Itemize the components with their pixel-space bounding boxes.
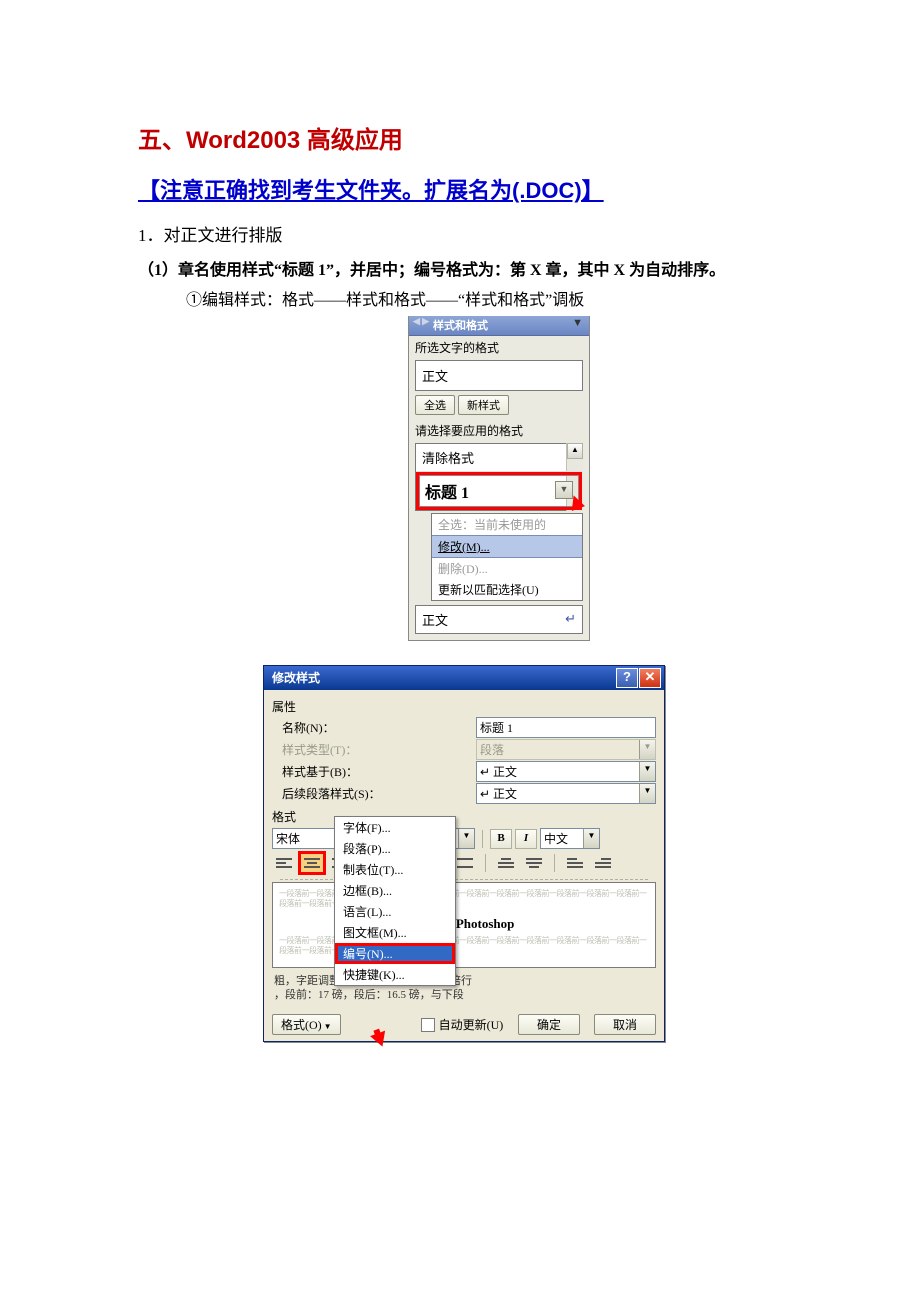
step-1-1-a: ①编辑样式：格式——样式和格式——“样式和格式”调板 (138, 286, 790, 310)
dialog-title-text: 修改样式 (272, 671, 320, 685)
style-body-text[interactable]: 正文 ↵ (415, 605, 583, 634)
panel-menu-icon[interactable]: ▼ (572, 317, 583, 329)
type-value: 段落 (480, 743, 504, 757)
format-button-label: 格式(O) (281, 1018, 322, 1032)
decrease-indent-button[interactable] (563, 853, 587, 873)
paragraph-mark-icon: ↵ (565, 611, 576, 627)
following-style-combo[interactable]: ↵ 正文 ▼ (476, 783, 656, 804)
style-description: 粗，字距调整二号，居中，行距：多倍行 ，段前：17 磅，段后：16.5 磅，与下… (272, 970, 656, 1004)
line-spacing-2-button[interactable] (453, 853, 477, 873)
properties-group-label: 属性 (272, 698, 656, 715)
choose-format-label: 请选择要应用的格式 (409, 419, 589, 441)
ctx-modify[interactable]: 修改(M)... (432, 535, 582, 558)
annotation-arrow-icon (370, 1031, 390, 1050)
following-style-value: ↵ 正文 (480, 787, 517, 801)
type-combo: 段落 ▼ (476, 739, 656, 760)
desc-line-2: ，段前：17 磅，段后：16.5 磅，与下段 (274, 989, 464, 1001)
style-context-menu: 全选：当前未使用的 修改(M)... 删除(D)... 更新以匹配选择(U) (431, 513, 583, 601)
menu-font[interactable]: 字体(F)... (335, 817, 455, 838)
following-style-label: 后续段落样式(S)： (272, 785, 476, 802)
language-combo[interactable]: 中文 ▼ (540, 828, 600, 849)
menu-frame[interactable]: 图文框(M)... (335, 922, 455, 943)
ctx-modify-label: 修改(M)... (438, 540, 490, 554)
font-value: 宋体 (276, 832, 300, 846)
modify-style-dialog: 修改样式 ? ✕ 属性 名称(N)： 标题 1 样式类型(T)： 段落 ▼ 样式基… (263, 665, 665, 1042)
warning-heading: 【注意正确找到考生文件夹。扩展名为(.DOC)】 (138, 173, 790, 205)
menu-language[interactable]: 语言(L)... (335, 901, 455, 922)
based-on-combo[interactable]: ↵ 正文 ▼ (476, 761, 656, 782)
dropdown-icon[interactable]: ▼ (583, 829, 599, 848)
ctx-delete: 删除(D)... (432, 558, 582, 579)
style-clear-formatting[interactable]: 清除格式 (416, 444, 582, 472)
menu-border[interactable]: 边框(B)... (335, 880, 455, 901)
ctx-select-all: 全选：当前未使用的 (432, 514, 582, 535)
help-button[interactable]: ? (616, 668, 638, 688)
auto-update-label: 自动更新(U) (439, 1016, 504, 1033)
cancel-button[interactable]: 取消 (594, 1014, 656, 1035)
based-on-label: 样式基于(B)： (272, 763, 476, 780)
checkbox-icon[interactable] (421, 1018, 435, 1032)
step-1: 1．对正文进行排版 (138, 221, 790, 246)
format-button[interactable]: 格式(O)▼ (272, 1014, 341, 1035)
language-value: 中文 (544, 832, 568, 846)
selected-text-format-label: 所选文字的格式 (409, 336, 589, 358)
dropdown-icon: ▼ (639, 740, 655, 759)
dialog-footer: 格式(O)▼ 自动更新(U) 确定 取消 (264, 1010, 664, 1041)
ctx-update[interactable]: 更新以匹配选择(U) (432, 579, 582, 600)
menu-tabs[interactable]: 制表位(T)... (335, 859, 455, 880)
styles-formatting-panel: 样式和格式 ▼ 所选文字的格式 正文 全选 新样式 请选择要应用的格式 ▲ 清除… (408, 316, 590, 641)
panel-title-text: 样式和格式 (433, 320, 488, 332)
menu-paragraph[interactable]: 段落(P)... (335, 838, 455, 859)
bold-button[interactable]: B (490, 829, 512, 849)
italic-button[interactable]: I (515, 829, 537, 849)
dialog-titlebar: 修改样式 ? ✕ (264, 666, 664, 690)
panel-title: 样式和格式 ▼ (409, 316, 589, 336)
ok-button[interactable]: 确定 (518, 1014, 580, 1035)
dropdown-icon: ▼ (324, 1022, 332, 1031)
preview-box: 一段落前一段落前一段落前一段落前一段落前一段落前一段落前一段落前一段落前一段落前… (272, 882, 656, 968)
space-after-button[interactable] (522, 853, 546, 873)
based-on-value: ↵ 正文 (480, 765, 517, 779)
dropdown-icon[interactable]: ▼ (458, 829, 474, 848)
separator (485, 854, 486, 872)
dropdown-icon[interactable]: ▼ (639, 762, 655, 781)
current-style-display[interactable]: 正文 (415, 360, 583, 391)
select-all-button[interactable]: 全选 (415, 395, 455, 415)
name-input[interactable]: 标题 1 (476, 717, 656, 738)
panel-button-row: 全选 新样式 (409, 395, 589, 419)
new-style-button[interactable]: 新样式 (458, 395, 509, 415)
type-label: 样式类型(T)： (272, 741, 476, 758)
align-left-button[interactable] (272, 853, 296, 873)
dropdown-icon[interactable]: ▼ (639, 784, 655, 803)
format-group-label: 格式 (272, 808, 656, 825)
separator (554, 854, 555, 872)
menu-numbering[interactable]: 编号(N)... (335, 943, 455, 964)
close-button[interactable]: ✕ (639, 668, 661, 688)
space-before-button[interactable] (494, 853, 518, 873)
section-heading: 五、Word2003 高级应用 (138, 120, 790, 155)
style-body-text-label: 正文 (422, 613, 448, 628)
menu-shortcut[interactable]: 快捷键(K)... (335, 964, 455, 985)
separator (482, 830, 483, 848)
increase-indent-button[interactable] (591, 853, 615, 873)
style-list: ▲ 清除格式 标题 1 ▼ (415, 443, 583, 511)
format-popup-menu: 字体(F)... 段落(P)... 制表位(T)... 边框(B)... 语言(… (334, 816, 456, 986)
style-heading-1-label: 标题 1 (425, 485, 469, 502)
step-1-1: （1）章名使用样式“标题 1”，并居中；编号格式为：第 X 章，其中 X 为自动… (138, 256, 790, 280)
name-label: 名称(N)： (272, 719, 476, 736)
style-heading-1[interactable]: 标题 1 ▼ (416, 472, 582, 510)
auto-update-checkbox[interactable]: 自动更新(U) (421, 1016, 504, 1033)
align-center-button[interactable] (300, 853, 324, 873)
